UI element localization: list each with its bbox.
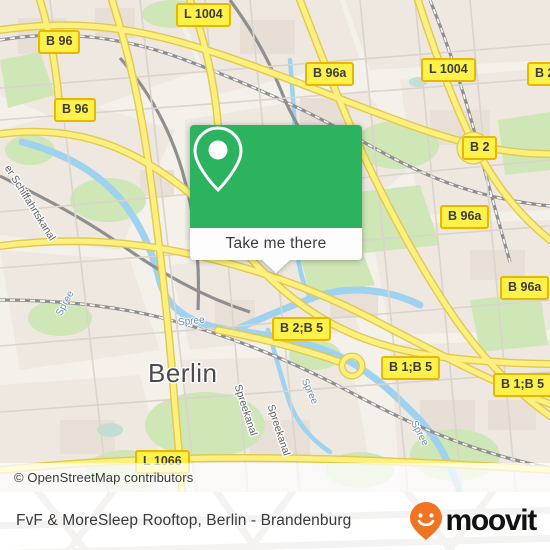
map-pin-icon	[193, 126, 243, 193]
map-route-shield[interactable]: B 2;B 5	[272, 317, 332, 341]
popup-pointer-tail	[262, 260, 290, 273]
moovit-map-screenshot: Berlin Spree Spree Spree Spree Spree er …	[0, 0, 550, 550]
map-route-shield[interactable]: B 96	[38, 30, 81, 54]
moovit-logo[interactable]: moovit	[409, 492, 537, 550]
map-route-shield[interactable]: L 1004	[176, 3, 231, 27]
map-route-shield[interactable]: B 2	[462, 136, 498, 160]
map-route-shield[interactable]: B 96a	[500, 276, 550, 300]
popup-footer[interactable]: Take me there	[190, 228, 362, 273]
map-route-shield[interactable]: B 96	[54, 98, 97, 122]
take-me-there-label: Take me there	[225, 235, 327, 252]
moovit-wordmark: moovit	[445, 504, 537, 537]
map-canvas[interactable]: Berlin Spree Spree Spree Spree Spree er …	[0, 0, 550, 492]
map-route-shield[interactable]: B 1;B 5	[381, 356, 441, 380]
popup-header	[190, 125, 362, 228]
map-attribution-bar: © OpenStreetMap contributors	[0, 463, 550, 492]
map-route-shield[interactable]: L 1004	[421, 58, 476, 82]
bottom-info-bar: FvF & MoreSleep Rooftop, Berlin - Brande…	[0, 492, 550, 550]
location-popup-card[interactable]: Take me there	[190, 125, 362, 273]
map-route-shield[interactable]: B 96a	[305, 62, 355, 86]
attribution-text[interactable]: © OpenStreetMap contributors	[0, 470, 193, 485]
map-route-shield[interactable]: B 2	[527, 62, 550, 86]
location-title: FvF & MoreSleep Rooftop, Berlin - Brande…	[16, 512, 352, 529]
map-route-shield[interactable]: B 96a	[440, 205, 490, 229]
moovit-pin-icon	[410, 502, 443, 540]
map-route-shield[interactable]: B 1;B 5	[493, 373, 550, 397]
